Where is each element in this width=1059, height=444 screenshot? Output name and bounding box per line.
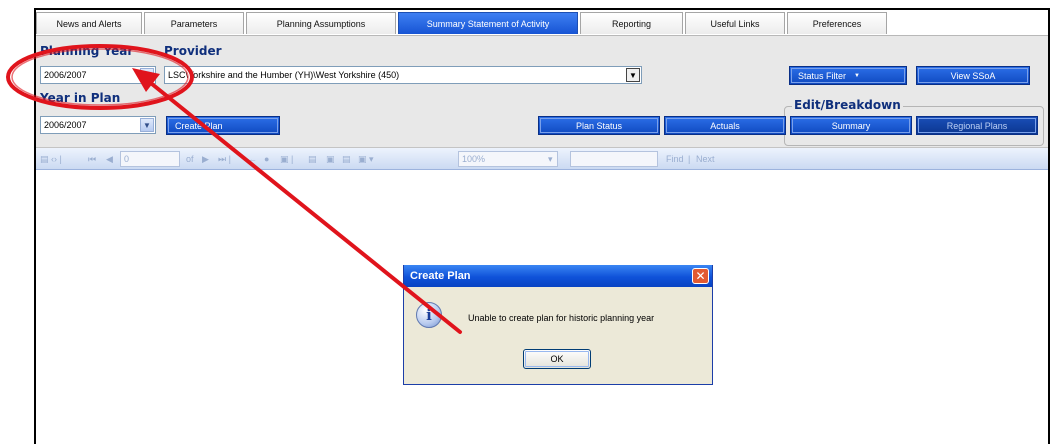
tab-preferences[interactable]: Preferences (787, 12, 887, 34)
document-map-icon: ▤ ‹› | (40, 153, 62, 164)
regional-plans-button[interactable]: Regional Plans (916, 116, 1038, 135)
last-page-icon: ⏭ | (218, 153, 231, 164)
selection-panel: Planning Year 2006/2007 ▼ Provider LSC\Y… (36, 36, 1048, 148)
planning-year-value: 2006/2007 (44, 70, 87, 80)
summary-button[interactable]: Summary (790, 116, 912, 135)
next-link: Next (696, 154, 715, 164)
chevron-down-icon[interactable]: ▼ (626, 68, 640, 82)
tab-bar: News and Alerts Parameters Planning Assu… (36, 10, 1048, 36)
chevron-down-icon: ▼ (854, 72, 860, 79)
provider-select[interactable]: LSC\Yorkshire and the Humber (YH)\West Y… (164, 66, 642, 84)
first-page-icon: ⏮ (88, 153, 97, 164)
stop-icon: ● (264, 154, 270, 164)
dialog-message: Unable to create plan for historic plann… (468, 313, 655, 323)
planning-year-label: Planning Year (40, 44, 134, 58)
page-setup-icon: ▤ (342, 153, 351, 164)
info-icon: i (416, 302, 442, 328)
status-filter-label: Status Filter (798, 70, 847, 81)
tab-parameters[interactable]: Parameters (144, 12, 244, 34)
previous-page-icon: ◀ (106, 153, 113, 164)
refresh-icon: ▣ | (280, 153, 294, 164)
tab-planning-assumptions[interactable]: Planning Assumptions (246, 12, 396, 34)
view-ssoa-button[interactable]: View SSoA (916, 66, 1030, 85)
print-icon: ▤ (308, 153, 317, 164)
zoom-value: 100% (462, 154, 486, 164)
next-page-icon: ▶ (202, 153, 209, 164)
report-toolbar: ▤ ‹› | ⏮ ◀ 0 of ▶ ⏭ | ← ● ▣ | ▤ ▣ ▤ ▣ ▾ … (36, 148, 1048, 170)
plan-status-button[interactable]: Plan Status (538, 116, 660, 135)
of-label: of (186, 154, 194, 164)
tab-news-and-alerts[interactable]: News and Alerts (36, 12, 142, 34)
status-filter-button[interactable]: Status Filter ▼ (789, 66, 907, 85)
find-link: Find (666, 154, 684, 164)
year-in-plan-value: 2006/2007 (44, 120, 87, 130)
page-number-value: 0 (124, 154, 130, 164)
provider-label: Provider (164, 44, 222, 58)
create-plan-button[interactable]: Create Plan (166, 116, 280, 135)
close-icon[interactable]: ✕ (692, 268, 709, 284)
back-icon: ← (248, 154, 257, 164)
page-layout-icon: ▣ (326, 153, 335, 164)
dialog-title: Create Plan (410, 270, 471, 282)
provider-value: LSC\Yorkshire and the Humber (YH)\West Y… (168, 70, 400, 80)
tab-useful-links[interactable]: Useful Links (685, 12, 785, 34)
planning-year-select[interactable]: 2006/2007 ▼ (40, 66, 156, 84)
create-plan-dialog: Create Plan ✕ i Unable to create plan fo… (403, 265, 713, 385)
chevron-down-icon[interactable]: ▼ (140, 118, 154, 132)
find-input (570, 151, 658, 167)
ok-button[interactable]: OK (523, 349, 591, 369)
tab-summary-statement-of-activity[interactable]: Summary Statement of Activity (398, 12, 578, 34)
chevron-down-icon[interactable]: ▼ (140, 68, 154, 82)
year-in-plan-label: Year in Plan (40, 91, 121, 105)
chevron-down-icon: ▾ (548, 153, 553, 164)
actuals-button[interactable]: Actuals (664, 116, 786, 135)
export-icon: ▣ ▾ (358, 153, 374, 164)
dialog-title-bar[interactable]: Create Plan ✕ (404, 265, 712, 287)
year-in-plan-select[interactable]: 2006/2007 ▼ (40, 116, 156, 134)
separator: | (688, 154, 691, 164)
tab-reporting[interactable]: Reporting (580, 12, 683, 34)
edit-breakdown-label: Edit/Breakdown (792, 98, 903, 112)
